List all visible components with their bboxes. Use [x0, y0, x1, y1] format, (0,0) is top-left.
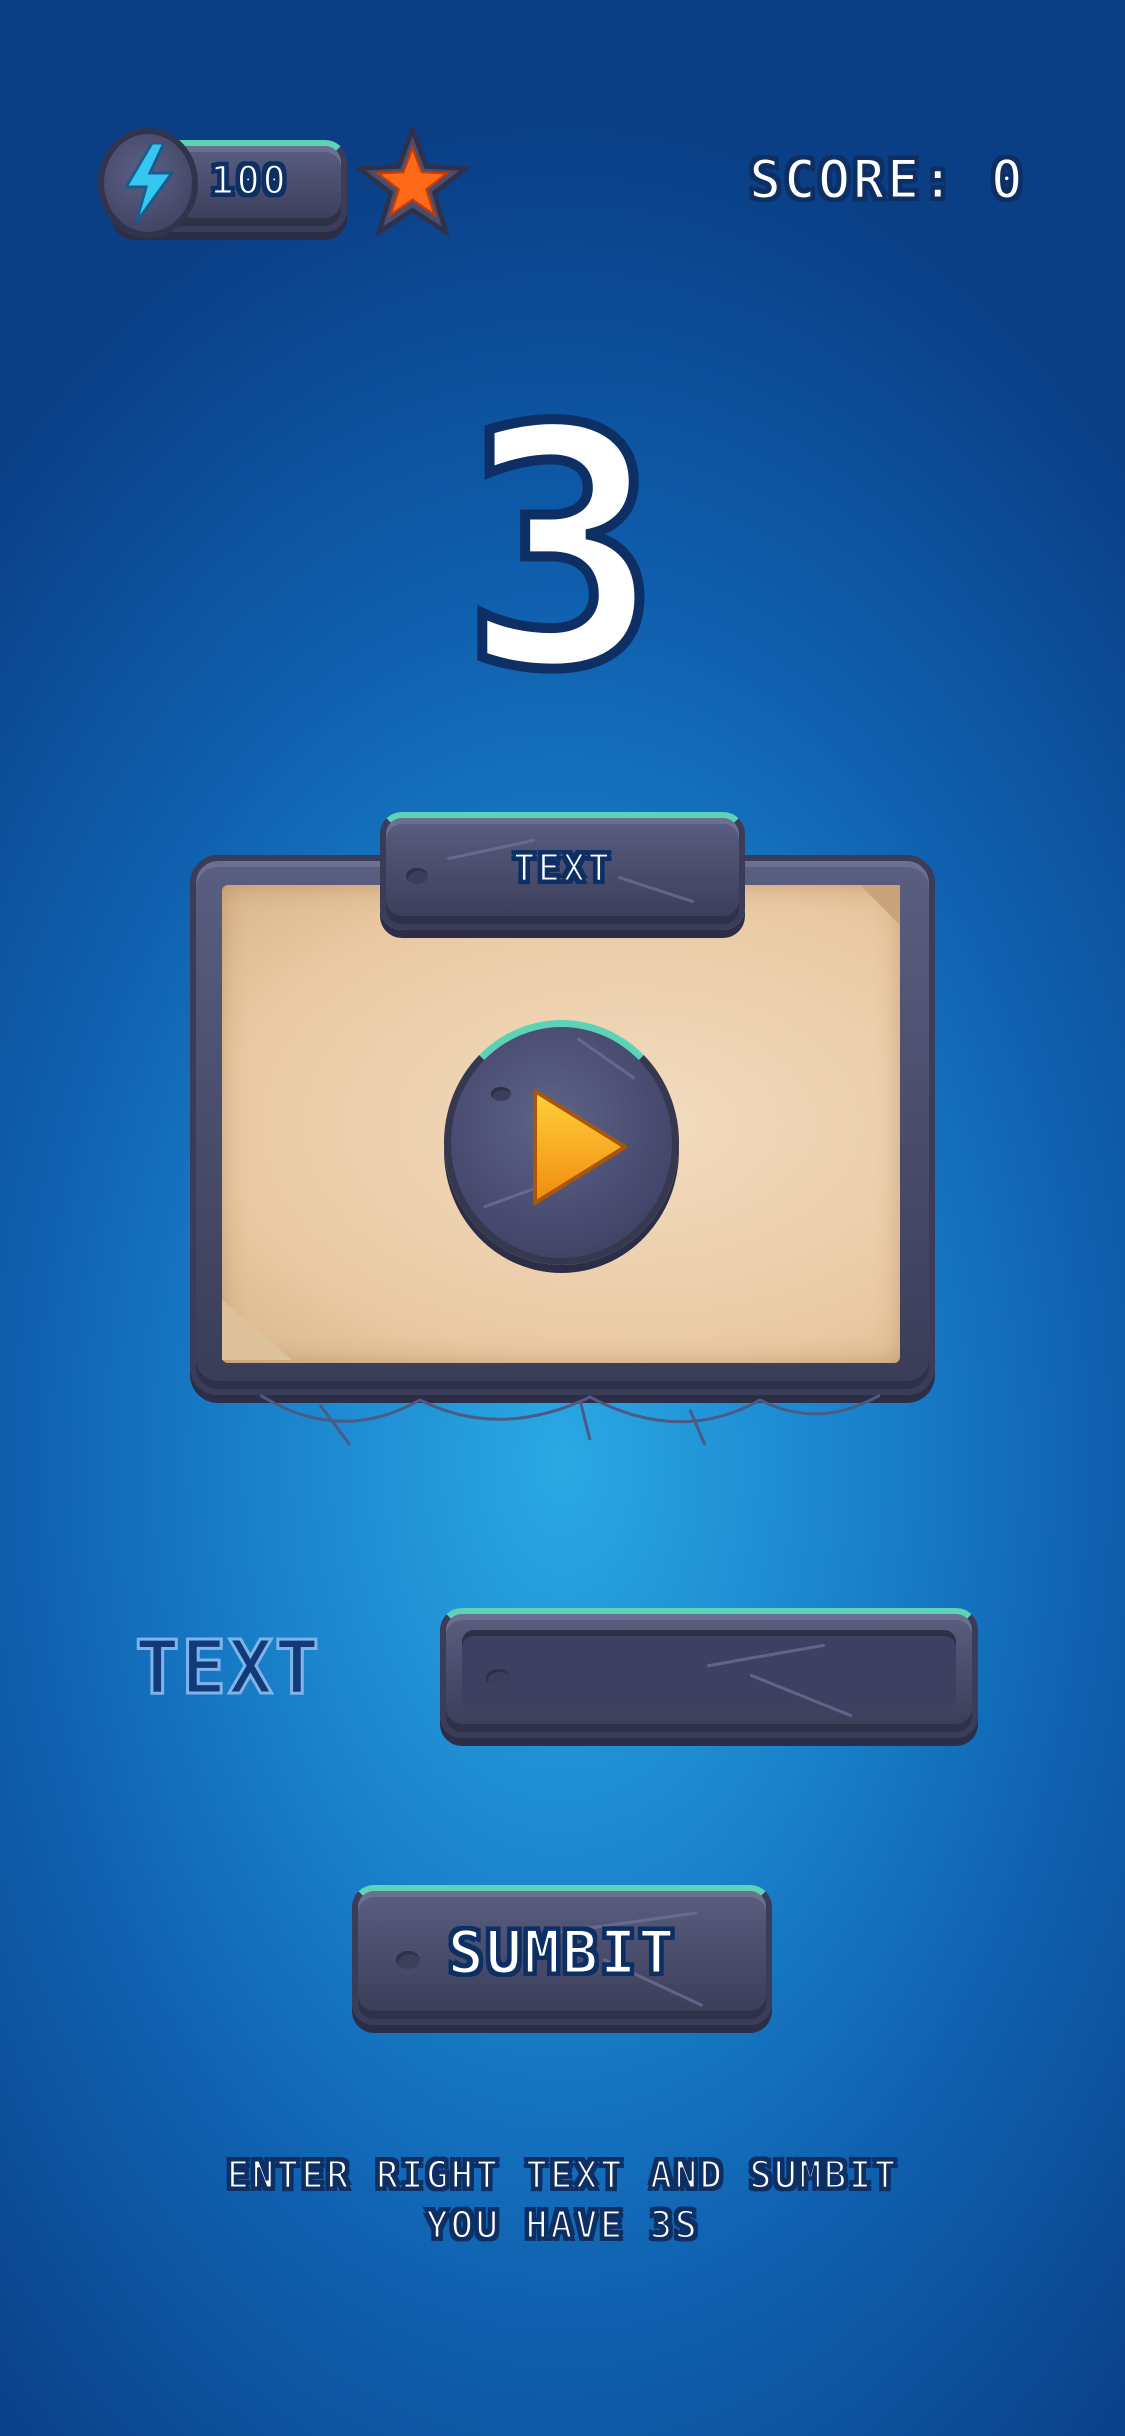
- energy-value: 100: [208, 157, 289, 206]
- text-input-field[interactable]: [440, 1608, 978, 1738]
- hanging-vines: [260, 1393, 880, 1446]
- star-icon: [355, 125, 470, 238]
- energy-icon-circle: [98, 128, 198, 238]
- instructions-line-2: YOU HAVE 3S: [424, 2202, 700, 2249]
- score-display: SCORE: 0: [747, 147, 1025, 213]
- submit-button-label[interactable]: SUMBIT: [352, 1917, 772, 1990]
- panel-title: TEXT: [511, 845, 613, 892]
- play-button[interactable]: [444, 1020, 679, 1265]
- input-label: TEXT: [133, 1624, 322, 1713]
- paper-curl-top-right: [860, 885, 900, 925]
- text-input-area[interactable]: [462, 1630, 956, 1710]
- lightning-bolt-icon: [123, 143, 175, 223]
- instructions-line-1: ENTER RIGHT TEXT AND SUMBIT: [225, 2152, 899, 2199]
- paper-curl-bottom-left: [222, 1300, 292, 1360]
- instructions: ENTER RIGHT TEXT AND SUMBIT YOU HAVE 3S: [0, 2150, 1125, 2250]
- countdown-number: 3: [457, 353, 666, 747]
- play-icon: [533, 1089, 627, 1205]
